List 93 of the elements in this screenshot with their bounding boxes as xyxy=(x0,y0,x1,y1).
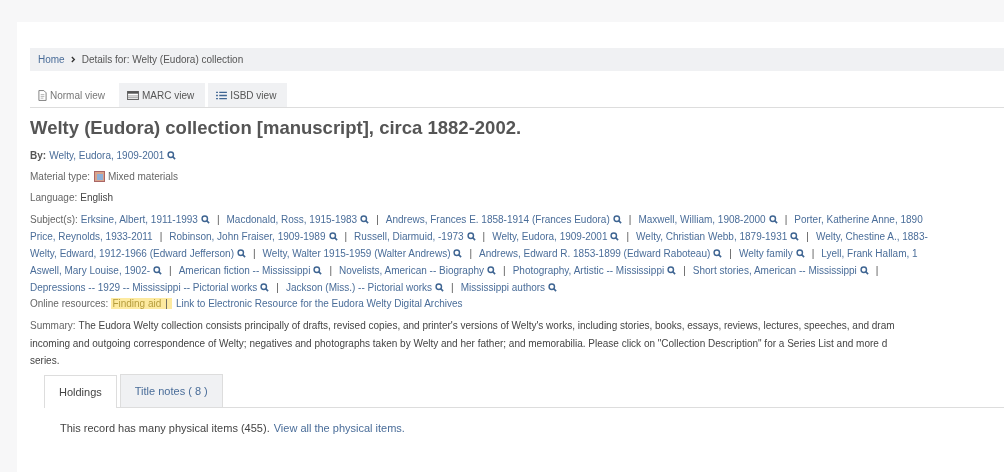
table-icon xyxy=(127,90,139,100)
record-tab[interactable]: Holdings xyxy=(44,374,117,408)
search-icon[interactable] xyxy=(612,215,622,224)
subject-link[interactable]: Russell, Diarmuid, -1973 xyxy=(354,231,464,242)
subject-link[interactable]: Novelists, American -- Biography xyxy=(339,265,485,276)
separator: | xyxy=(276,282,279,293)
search-icon[interactable] xyxy=(260,283,270,292)
search-icon[interactable] xyxy=(795,249,805,258)
breadcrumb-current: Details for: Welty (Eudora) collection xyxy=(81,54,244,65)
subjects-label: Subject(s): xyxy=(30,214,78,225)
separator: | xyxy=(376,214,379,225)
search-icon[interactable] xyxy=(360,215,370,224)
record-title: Welty (Eudora) collection [manuscript], circa 1882-2002. xyxy=(30,117,523,139)
summary-label: Summary: xyxy=(30,320,76,332)
separator: | xyxy=(482,231,486,242)
search-icon[interactable] xyxy=(713,249,723,258)
search-icon[interactable] xyxy=(313,266,323,275)
subject-link[interactable]: Porter, Katherine Anne, 1890 xyxy=(794,214,923,225)
subject-link[interactable]: Macdonald, Ross, 1915-1983 xyxy=(226,214,358,225)
subject-link[interactable]: Welty, Walter 1915-1959 (Walter Andrews) xyxy=(262,248,451,259)
material-type-label: Material type: xyxy=(30,170,91,182)
separator: | xyxy=(811,248,815,259)
separator: | xyxy=(329,265,332,276)
search-icon[interactable] xyxy=(466,232,476,241)
subject-link[interactable]: Andrews, Edward R. 1853-1899 (Edward Raboteau) xyxy=(479,248,711,259)
author-label: By: xyxy=(30,149,47,161)
separator: | xyxy=(626,231,630,242)
separator: | xyxy=(784,214,788,225)
material-type-value: Mixed materials xyxy=(108,170,179,182)
separator: | xyxy=(875,265,879,276)
subject-link[interactable]: Price, Reynolds, 1933-2011 xyxy=(30,231,153,242)
search-icon[interactable] xyxy=(328,232,338,241)
search-icon[interactable] xyxy=(667,266,677,275)
subject-link[interactable]: Short stories, American -- Mississippi xyxy=(692,265,857,276)
subject-link[interactable]: Welty, Edward, 1912-1966 (Edward Jefferson) xyxy=(30,248,234,259)
subject-link[interactable]: Depressions -- 1929 -- Mississippi -- Pictorial works xyxy=(30,282,258,293)
author-link[interactable]: Welty, Eudora, 1909-2001 xyxy=(49,149,165,161)
subject-link[interactable]: Aswell, Mary Louise, 1902- xyxy=(30,265,151,276)
separator: | xyxy=(253,248,256,259)
separator: | xyxy=(451,282,454,293)
subject-link[interactable]: Welty, Christian Webb, 1879-1931 xyxy=(636,231,788,242)
subject-link[interactable]: Mississippi authors xyxy=(460,282,546,293)
subject-link[interactable]: Robinson, John Fraiser, 1909-1989 xyxy=(169,231,326,242)
separator: | xyxy=(162,297,172,309)
separator: | xyxy=(729,248,732,259)
subject-link[interactable]: Welty, Chestine A., 1883- xyxy=(815,231,928,242)
document-icon xyxy=(38,89,47,101)
material-icon xyxy=(94,170,106,182)
subject-link[interactable]: Andrews, Frances E. 1858-1914 (Frances Eudora) xyxy=(385,214,610,225)
subject-link[interactable]: Lyell, Frank Hallam, 1 xyxy=(821,248,918,259)
language-label: Language: xyxy=(30,191,78,203)
separator: | xyxy=(683,265,686,276)
search-icon[interactable] xyxy=(610,232,620,241)
separator: | xyxy=(169,265,172,276)
subject-link[interactable]: Welty, Eudora, 1909-2001 xyxy=(492,231,608,242)
subject-link[interactable]: Photography, Artistic -- Mississippi xyxy=(512,265,665,276)
search-icon[interactable] xyxy=(200,215,210,224)
holdings-text: This record has many physical items (455). xyxy=(60,421,270,434)
view-tab[interactable]: ISBD view xyxy=(208,83,288,107)
online-resources-label: Online resources: xyxy=(30,297,109,309)
search-icon[interactable] xyxy=(167,150,177,160)
separator: | xyxy=(344,231,348,242)
breadcrumb-link[interactable]: Home xyxy=(38,54,65,65)
search-icon[interactable] xyxy=(435,283,445,292)
chevron-icon xyxy=(70,56,76,63)
resource-link[interactable]: Link to Electronic Resource for the Eudora Welty Digital Archives xyxy=(175,297,463,309)
list-icon xyxy=(216,90,228,100)
language-value: English xyxy=(80,191,114,203)
subject-link[interactable]: American fiction -- Mississippi xyxy=(178,265,311,276)
separator: | xyxy=(628,214,632,225)
search-icon[interactable] xyxy=(790,232,800,241)
search-icon[interactable] xyxy=(237,249,246,258)
subject-link[interactable]: Jackson (Miss.) -- Pictorial works xyxy=(285,282,433,293)
search-icon[interactable] xyxy=(453,249,463,258)
record-tab[interactable]: Title notes ( 8 ) xyxy=(119,373,223,407)
separator: | xyxy=(503,265,506,276)
subject-link[interactable]: Maxwell, William, 1908-2000 xyxy=(638,214,766,225)
search-icon[interactable] xyxy=(153,266,163,275)
separator: | xyxy=(216,214,220,225)
summary-text: incoming and outgoing correspondence of Welty; negatives and photographs taken by Welty and her father; and memorabilia. Please click on "Collection Description" for a Series List and more d xyxy=(30,337,888,349)
subject-link[interactable]: Erksine, Albert, 1911-1993 xyxy=(80,214,198,225)
separator: | xyxy=(159,231,163,242)
search-icon[interactable] xyxy=(859,266,869,275)
summary-text: The Eudora Welty collection consists principally of drafts, revised copies, and printer's versions of Welty's works, including stories, books, essays, reviews, lectures, speeches, and dram xyxy=(78,320,895,332)
subject-link[interactable]: Welty family xyxy=(738,248,793,259)
summary-text: series. xyxy=(30,355,60,367)
separator: | xyxy=(469,248,473,259)
view-items-link[interactable]: View all the physical items. xyxy=(273,421,405,434)
search-icon[interactable] xyxy=(548,283,558,292)
view-tab[interactable]: MARC view xyxy=(119,83,206,107)
separator: | xyxy=(806,231,809,242)
search-icon[interactable] xyxy=(768,215,778,224)
search-icon[interactable] xyxy=(487,266,497,275)
